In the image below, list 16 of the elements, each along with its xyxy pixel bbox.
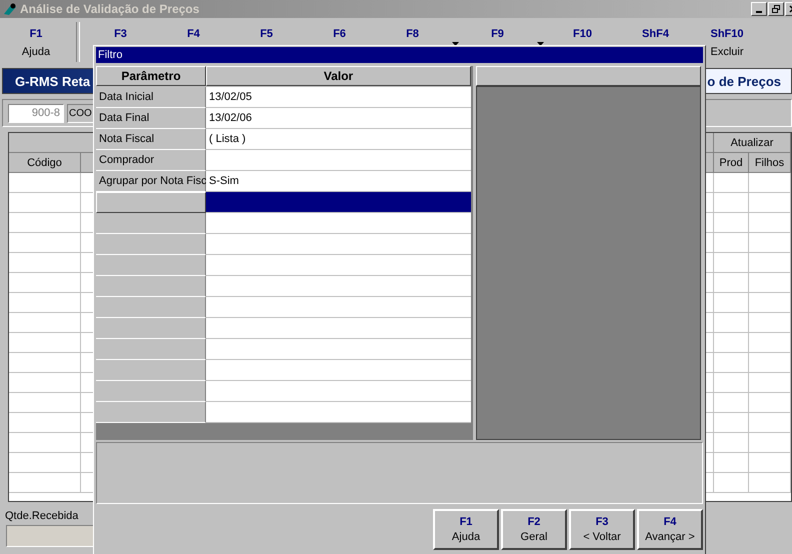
column-header: Valor (206, 66, 471, 86)
table-cell: Nota Fiscal (96, 129, 206, 150)
column-header: Parâmetro (96, 66, 206, 86)
column-header: Prod (714, 153, 749, 173)
dialog-title: Filtro (96, 47, 703, 63)
field-label: Qtde.Recebida (5, 510, 78, 522)
table-cell: Agrupar por Nota Fisc (96, 171, 206, 192)
table-cell: Comprador (96, 150, 206, 171)
column-header: Atualizar (714, 133, 791, 153)
banner-title: o de Preços (707, 74, 782, 88)
column-header: Código (9, 153, 81, 173)
table-cell: Data Inicial (96, 87, 206, 108)
window-title: Análise de Validação de Preços (20, 2, 200, 16)
banner-title: G-RMS Reta (14, 74, 90, 88)
table-cell: Data Final (96, 108, 206, 129)
column-header: Filhos (749, 153, 791, 173)
